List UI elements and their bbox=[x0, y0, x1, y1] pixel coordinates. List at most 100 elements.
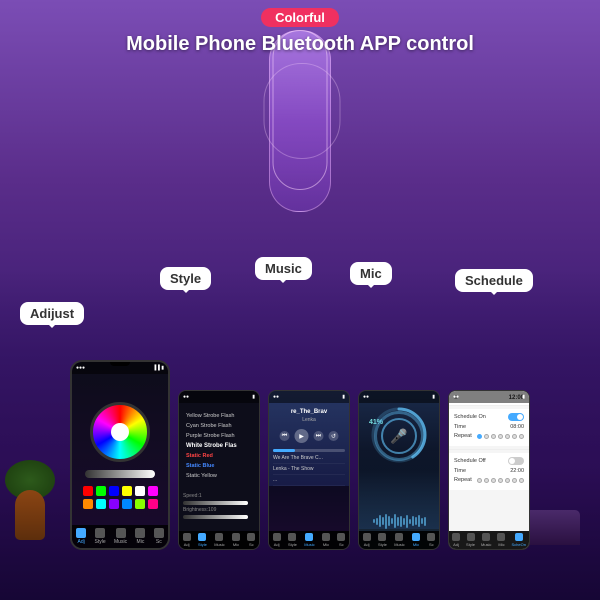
fixture-helix bbox=[240, 30, 360, 210]
color-lime[interactable] bbox=[135, 499, 145, 509]
nav-mi-style[interactable]: Style bbox=[378, 533, 387, 547]
status-bar-music: ●● ▮ bbox=[269, 391, 349, 403]
brightness-bar[interactable] bbox=[183, 515, 248, 519]
status-bar-mic: ●● ▮ bbox=[359, 391, 439, 403]
repeat-off-dot-7[interactable] bbox=[519, 478, 524, 483]
repeat-dot-1[interactable] bbox=[477, 434, 482, 439]
repeat-dots bbox=[477, 434, 524, 439]
nav-mi-music[interactable]: Music bbox=[394, 533, 404, 547]
nav-mi-mic[interactable]: Mic bbox=[412, 533, 420, 547]
bubble-style: Style bbox=[160, 267, 211, 290]
nav-style[interactable]: Style bbox=[95, 528, 106, 545]
play-button[interactable]: ▶ bbox=[295, 429, 309, 443]
repeat-dot-2[interactable] bbox=[484, 434, 489, 439]
schedule-on-toggle[interactable] bbox=[508, 413, 524, 421]
color-yellow[interactable] bbox=[122, 486, 132, 496]
color-white[interactable] bbox=[135, 486, 145, 496]
wave-bar bbox=[409, 519, 411, 524]
nav-m-mic[interactable]: Mic bbox=[322, 533, 330, 547]
repeat-dot-5[interactable] bbox=[505, 434, 510, 439]
color-orange[interactable] bbox=[83, 499, 93, 509]
schedule-off-toggle[interactable] bbox=[508, 457, 524, 465]
schedule-off-label: Schedule Off bbox=[454, 458, 486, 464]
wave-bar bbox=[376, 518, 378, 525]
repeat-off-dot-3[interactable] bbox=[491, 478, 496, 483]
next-button[interactable]: ⏭ bbox=[314, 431, 324, 441]
color-purple[interactable] bbox=[109, 499, 119, 509]
time-label: Time bbox=[454, 424, 466, 430]
bubble-schedule: Schedule bbox=[455, 269, 533, 292]
bottom-nav-schedule: Adj Style Music Mic ScheOn bbox=[449, 531, 529, 549]
bottom-nav-adjust: Adj Style Music Mic Sc bbox=[72, 525, 168, 548]
repeat-off-dot-1[interactable] bbox=[477, 478, 482, 483]
repeat-dot-3[interactable] bbox=[491, 434, 496, 439]
repeat-off-dot-5[interactable] bbox=[505, 478, 510, 483]
style-item-2[interactable]: Cyan Strobe Flash bbox=[183, 421, 255, 431]
nav-m-sc[interactable]: Sc bbox=[337, 533, 345, 547]
color-red[interactable] bbox=[83, 486, 93, 496]
wave-bar bbox=[397, 517, 399, 526]
music-controls: ⏮ ▶ ⏭ ↺ bbox=[280, 429, 339, 443]
song-list: We Are The Brave C... Lenka - The Show .… bbox=[269, 451, 349, 488]
nav-m-adj[interactable]: Adj bbox=[273, 533, 281, 547]
nav-music[interactable]: Music bbox=[114, 528, 127, 545]
color-magenta[interactable] bbox=[148, 486, 158, 496]
repeat-off-dot-6[interactable] bbox=[512, 478, 517, 483]
speed-bar[interactable] bbox=[183, 501, 248, 505]
nav-dot-mic bbox=[135, 528, 145, 538]
repeat-dot-6[interactable] bbox=[512, 434, 517, 439]
repeat-row: Repeat bbox=[454, 433, 524, 439]
prev-button[interactable]: ⏮ bbox=[280, 431, 290, 441]
brightness-label: Brightness:109 bbox=[179, 507, 259, 513]
nav-dot-sc bbox=[154, 528, 164, 538]
adjust-screen bbox=[72, 362, 168, 548]
nav-sc-mic[interactable]: Mic bbox=[497, 533, 505, 547]
style-item-7[interactable]: Static Yellow bbox=[183, 471, 255, 481]
nav-s-sc[interactable]: Sc bbox=[247, 533, 255, 547]
nav-sc-music[interactable]: Music bbox=[481, 533, 491, 547]
song-item-1[interactable]: We Are The Brave C... bbox=[273, 453, 345, 464]
repeat-off-dot-4[interactable] bbox=[498, 478, 503, 483]
style-item-3[interactable]: Purple Strobe Flash bbox=[183, 431, 255, 441]
nav-m-music[interactable]: Music bbox=[304, 533, 314, 547]
nav-mi-sc[interactable]: Sc bbox=[427, 533, 435, 547]
colorful-badge: Colorful bbox=[261, 8, 339, 27]
nav-s-adj[interactable]: Adj bbox=[183, 533, 191, 547]
repeat-off-dot-2[interactable] bbox=[484, 478, 489, 483]
schedule-off-section: Schedule Off Time 22:00 Repeat bbox=[449, 453, 529, 490]
style-item-blue[interactable]: Static Blue bbox=[183, 461, 255, 471]
time-row: Time 08:00 bbox=[454, 424, 524, 430]
style-item-active[interactable]: White Strobe Flas bbox=[183, 441, 255, 451]
nav-s-style[interactable]: Style bbox=[198, 533, 207, 547]
color-green[interactable] bbox=[96, 486, 106, 496]
color-skyblue[interactable] bbox=[122, 499, 132, 509]
nav-adjust[interactable]: Adj bbox=[76, 528, 86, 545]
nav-s-music[interactable]: Music bbox=[214, 533, 224, 547]
mic-progress-svg bbox=[370, 406, 428, 464]
nav-mic[interactable]: Mic bbox=[135, 528, 145, 545]
nav-s-mic[interactable]: Mic bbox=[232, 533, 240, 547]
nav-sc[interactable]: Sc bbox=[154, 528, 164, 545]
repeat-dot-4[interactable] bbox=[498, 434, 503, 439]
style-item-red[interactable]: Static Red bbox=[183, 451, 255, 461]
time-off-value: 22:00 bbox=[510, 468, 524, 474]
nav-sc-sc[interactable]: ScheOn bbox=[512, 533, 526, 547]
color-cyan[interactable] bbox=[96, 499, 106, 509]
music-title: re_The_Brav bbox=[269, 409, 349, 415]
nav-sc-style[interactable]: Style bbox=[466, 533, 475, 547]
song-item-2[interactable]: Lenka - The Show bbox=[273, 464, 345, 475]
brightness-slider[interactable] bbox=[85, 470, 155, 478]
color-blue[interactable] bbox=[109, 486, 119, 496]
color-wheel[interactable] bbox=[90, 402, 150, 462]
nav-mi-adj[interactable]: Adj bbox=[363, 533, 371, 547]
nav-sc-adj[interactable]: Adj bbox=[452, 533, 460, 547]
nav-m-style[interactable]: Style bbox=[288, 533, 297, 547]
bubble-adjust: Adijust bbox=[20, 302, 84, 325]
song-item-3[interactable]: ... bbox=[273, 475, 345, 486]
repeat-button[interactable]: ↺ bbox=[329, 431, 339, 441]
wave-bar bbox=[379, 515, 381, 527]
repeat-dot-7[interactable] bbox=[519, 434, 524, 439]
schedule-off-row: Schedule Off bbox=[454, 457, 524, 465]
style-item-1[interactable]: Yellow Strobe Flash bbox=[183, 411, 255, 421]
color-pink[interactable] bbox=[148, 499, 158, 509]
